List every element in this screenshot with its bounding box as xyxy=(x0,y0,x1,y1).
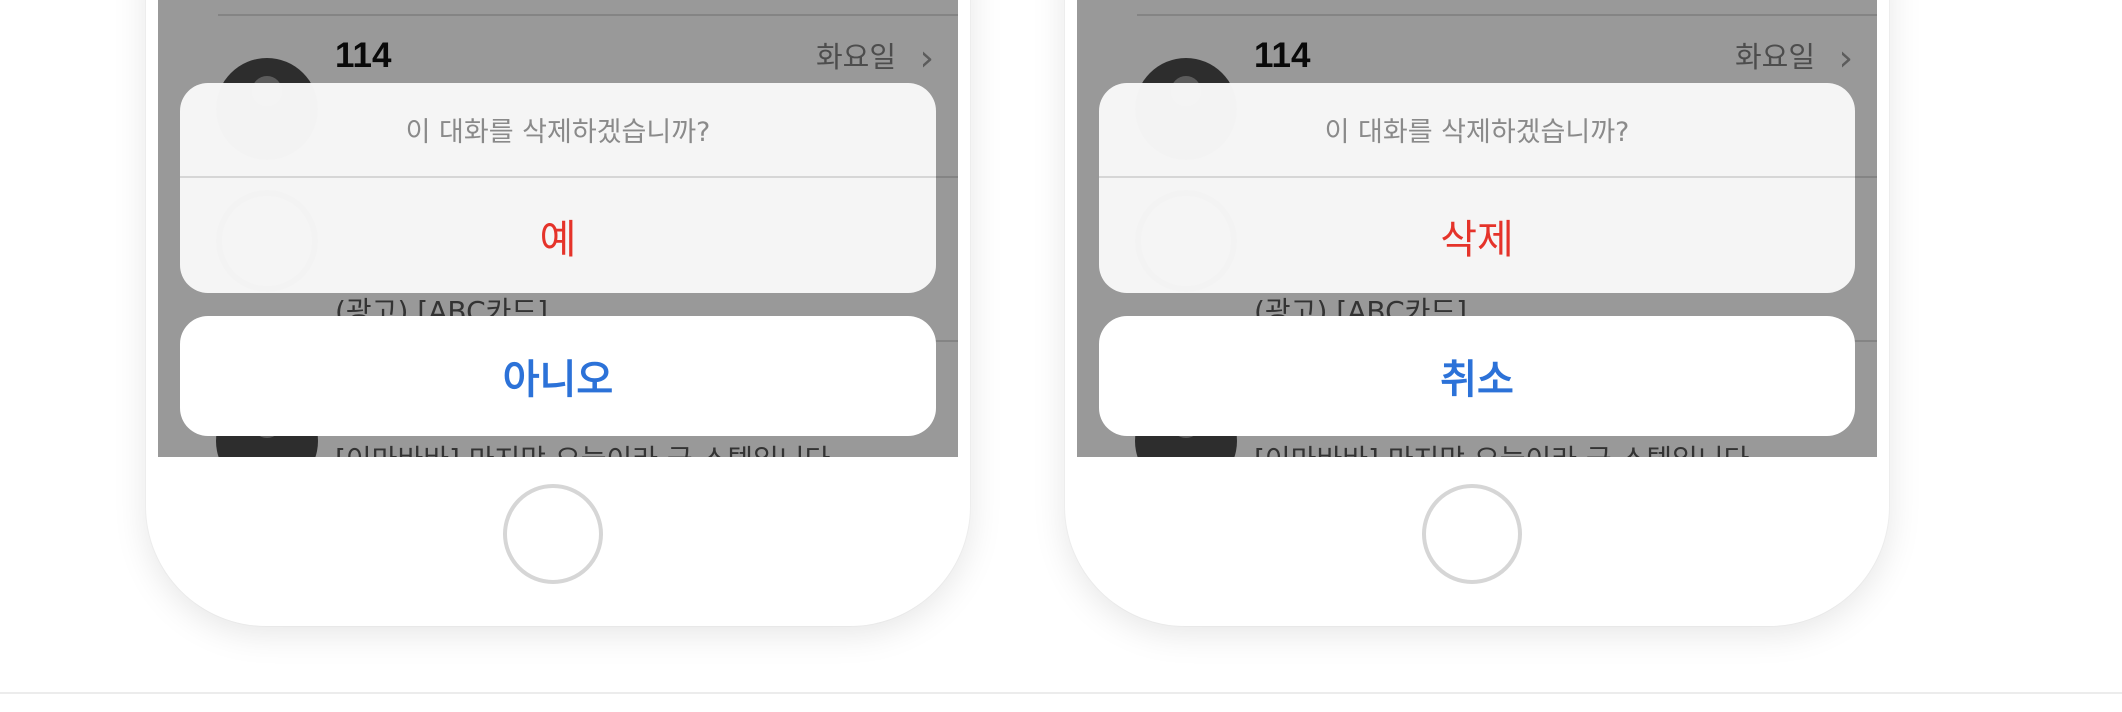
action-sheet: 이 대화를 삭제하겠습니까? 예 xyxy=(180,83,936,293)
page-divider xyxy=(0,692,2122,694)
phone-screen: 114 화요일 › (광고) [ABC카드] [이마바바] 마지막 오늘이라 금… xyxy=(1077,0,1877,457)
phone-screen: 114 화요일 › (광고) [ABC카드] [이마바바] 마지막 오늘이라 금… xyxy=(158,0,958,457)
action-sheet: 이 대화를 삭제하겠습니까? 삭제 xyxy=(1099,83,1855,293)
action-sheet-title: 이 대화를 삭제하겠습니까? xyxy=(1324,117,1630,148)
delete-confirm-button[interactable]: 예 xyxy=(180,178,936,293)
delete-button[interactable]: 삭제 xyxy=(1099,178,1855,293)
home-button[interactable] xyxy=(1422,484,1522,584)
phone-frame-right: 114 화요일 › (광고) [ABC카드] [이마바바] 마지막 오늘이라 금… xyxy=(1065,0,1889,626)
cancel-button[interactable]: 아니오 xyxy=(180,316,936,436)
action-sheet-title: 이 대화를 삭제하겠습니까? xyxy=(405,117,711,148)
phone-frame-left: 114 화요일 › (광고) [ABC카드] [이마바바] 마지막 오늘이라 금… xyxy=(146,0,970,626)
cancel-button[interactable]: 취소 xyxy=(1099,316,1855,436)
home-button[interactable] xyxy=(503,484,603,584)
